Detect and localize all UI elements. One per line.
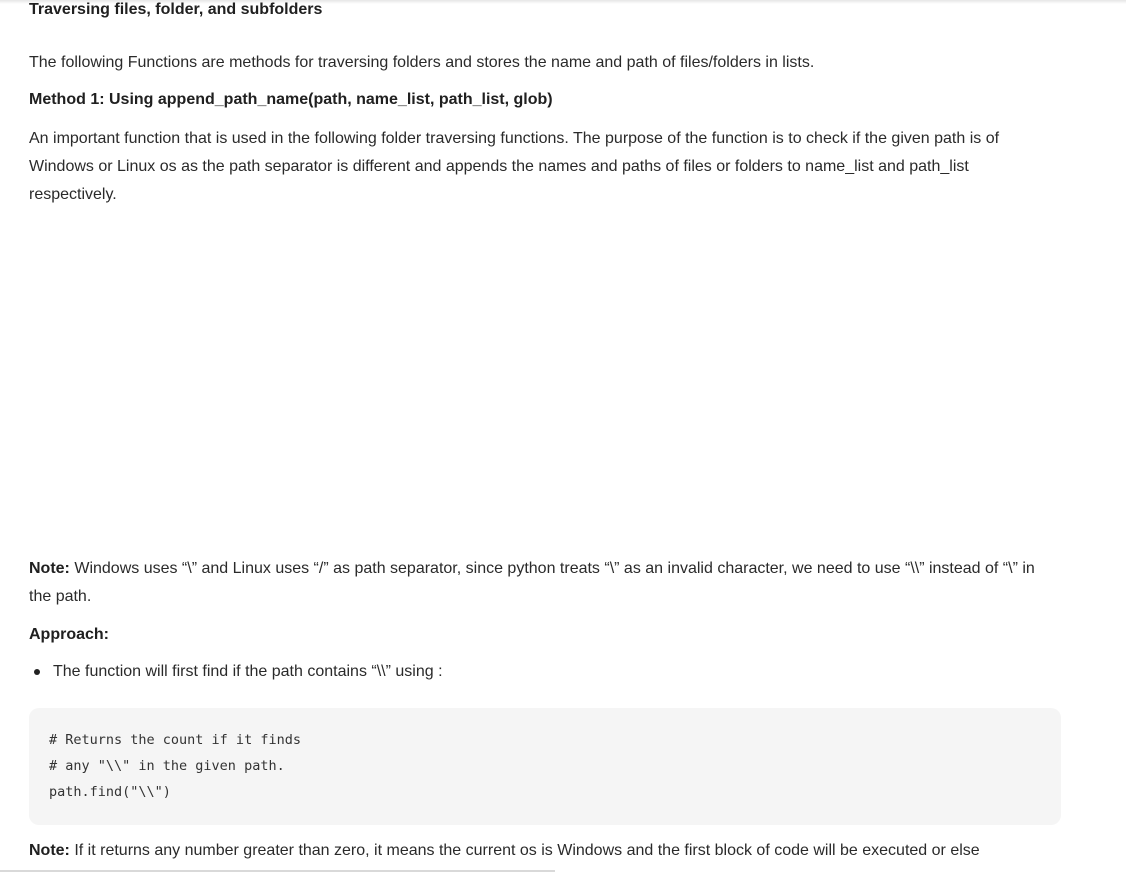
method-description: An important function that is used in th… (29, 130, 1000, 203)
bullet-icon (34, 669, 40, 675)
code-line: path.find("\\") (49, 784, 171, 800)
approach-label: Approach: (29, 626, 109, 643)
note-text: If it returns any number greater than ze… (69, 842, 980, 859)
method-title: Method 1: Using append_path_name(path, n… (29, 91, 553, 108)
note-label: Note: (29, 842, 70, 859)
approach-list: The function will first find if the path… (29, 658, 443, 686)
note-paragraph: Note: Windows uses “\” and Linux uses “/… (29, 555, 1059, 611)
note-paragraph-2: Note: If it returns any number greater t… (29, 837, 1069, 865)
list-item: The function will first find if the path… (29, 658, 443, 686)
code-block[interactable]: # Returns the count if it finds # any "\… (29, 708, 1061, 825)
section-heading: Traversing files, folder, and subfolders (29, 1, 323, 18)
embedded-media-area (29, 220, 1059, 540)
intro-paragraph: The following Functions are methods for … (29, 54, 815, 71)
list-item-text: The function will first find if the path… (53, 663, 443, 680)
code-line: # any "\\" in the given path. (49, 758, 285, 774)
note-label: Note: (29, 560, 70, 577)
code-line: # Returns the count if it finds (49, 732, 301, 748)
note-text: Windows uses “\” and Linux uses “/” as p… (29, 560, 1035, 605)
